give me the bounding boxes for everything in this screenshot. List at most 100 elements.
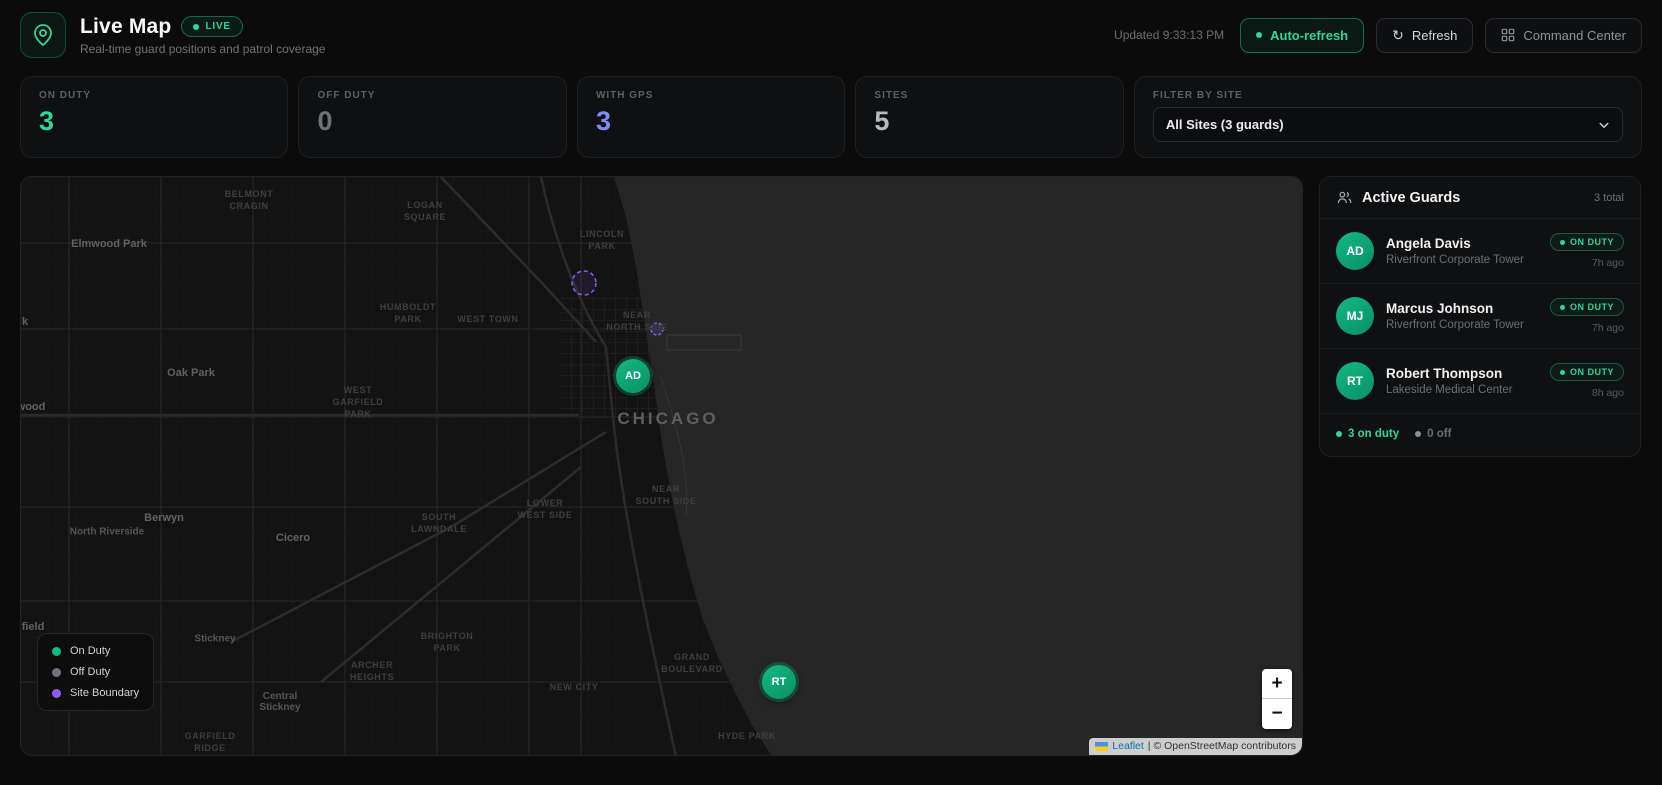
status-label: ON DUTY [1570,237,1614,247]
guard-info: Robert Thompson Lakeside Medical Center [1386,366,1513,396]
status-dot-icon [1560,239,1565,245]
stat-value: 3 [39,106,55,136]
title-block: Live Map LIVE Real-time guard positions … [80,15,325,56]
header: Live Map LIVE Real-time guard positions … [0,0,1662,70]
stat-label: OFF DUTY [317,90,376,101]
stat-value: 0 [317,106,333,136]
page-subtitle: Real-time guard positions and patrol cov… [80,41,326,56]
filter-label: FILTER BY SITE [1152,90,1243,101]
command-center-button[interactable]: Command Center [1485,17,1642,53]
on-duty-dot-icon [1336,431,1342,437]
live-dot-icon [193,23,200,30]
updated-timestamp: Updated 9:33:13 PM [1114,28,1225,42]
legend-item-off-duty: Off Duty [52,666,139,678]
off-duty-count: 0 off [1415,428,1451,440]
users-icon [1337,191,1352,204]
site-filter-select[interactable]: All Sites (3 guards) [1152,107,1624,142]
grid-icon [1502,28,1515,42]
guard-name: Angela Davis [1386,236,1471,251]
site-boundary-dot-icon [52,688,61,698]
status-dot-icon [1560,369,1565,375]
guards-total: 3 total [1594,191,1624,204]
last-seen: 8h ago [1591,387,1624,399]
guard-meta: ON DUTY 8h ago [1550,363,1624,399]
leaflet-link[interactable]: Leaflet [1112,740,1144,752]
main-content: BELMONT CRAGIN LOGAN SQUARE LINCOLN PARK… [0,158,1662,756]
guard-site: Riverfront Corporate Tower [1386,254,1524,266]
stat-value: 5 [874,106,890,136]
guard-info: Marcus Johnson Riverfront Corporate Towe… [1386,301,1524,331]
stat-label: ON DUTY [39,90,91,101]
guard-site: Lakeside Medical Center [1386,384,1513,396]
site-filter-value: All Sites (3 guards) [1165,117,1284,132]
zoom-in-button[interactable]: + [1262,669,1292,699]
stat-value: 3 [595,106,611,136]
on-duty-dot-icon [52,646,61,656]
on-duty-count: 3 on duty [1336,428,1399,440]
live-badge: LIVE [181,16,243,37]
map-pin-icon [20,12,66,58]
auto-refresh-label: Auto-refresh [1270,27,1349,43]
guard-row-angela-davis[interactable]: AD Angela Davis Riverfront Corporate Tow… [1320,219,1640,284]
status-label: ON DUTY [1570,367,1614,377]
guard-info: Angela Davis Riverfront Corporate Tower [1386,236,1524,266]
off-duty-dot-icon [1415,431,1422,437]
leaflet-map[interactable]: BELMONT CRAGIN LOGAN SQUARE LINCOLN PARK… [20,176,1303,756]
off-duty-count-label: 0 off [1427,428,1452,440]
stat-card-with-gps: WITH GPS 3 [576,76,846,158]
header-left: Live Map LIVE Real-time guard positions … [20,12,325,58]
refresh-icon: ↻ [1392,27,1404,43]
guard-site: Riverfront Corporate Tower [1386,319,1524,331]
guards-summary-footer: 3 on duty 0 off [1320,414,1640,456]
last-seen: 7h ago [1591,257,1624,269]
auto-refresh-button[interactable]: Auto-refresh [1240,17,1365,53]
map-tiles [21,177,1302,755]
guard-name: Robert Thompson [1386,366,1503,381]
legend-label: On Duty [70,645,111,657]
stat-label: WITH GPS [595,90,654,101]
on-duty-count-label: 3 on duty [1348,428,1400,440]
filter-card: FILTER BY SITE All Sites (3 guards) [1133,76,1643,158]
stat-card-on-duty: ON DUTY 3 [20,76,289,158]
page-title: Live Map [80,14,172,38]
guard-meta: ON DUTY 7h ago [1550,298,1624,334]
guard-meta: ON DUTY 7h ago [1550,233,1624,269]
live-badge-label: LIVE [205,21,231,32]
command-center-label: Command Center [1523,27,1626,43]
map-attribution: Leaflet | © OpenStreetMap contributors [1089,738,1302,755]
guard-marker-ad[interactable]: AD [616,359,650,393]
off-duty-dot-icon [52,667,61,677]
status-dot-icon [1560,304,1565,310]
guard-row-marcus-johnson[interactable]: MJ Marcus Johnson Riverfront Corporate T… [1320,284,1640,349]
live-map-page: Live Map LIVE Real-time guard positions … [0,0,1662,785]
legend-item-on-duty: On Duty [52,645,139,657]
stat-card-off-duty: OFF DUTY 0 [298,76,567,158]
refresh-button[interactable]: ↻ Refresh [1376,17,1474,53]
status-badge: ON DUTY [1550,233,1624,251]
status-badge: ON DUTY [1550,298,1624,316]
map-legend: On Duty Off Duty Site Boundary [37,633,155,711]
legend-label: Off Duty [70,666,111,678]
guard-avatar: MJ [1336,297,1374,335]
legend-item-site-boundary: Site Boundary [52,687,139,699]
guard-avatar: AD [1336,232,1374,270]
guard-name: Marcus Johnson [1386,301,1494,316]
zoom-out-button[interactable]: − [1262,699,1292,729]
stat-card-sites: SITES 5 [855,76,1124,158]
active-guards-panel: Active Guards 3 total AD Angela Davis Ri… [1319,176,1641,457]
guard-row-robert-thompson[interactable]: RT Robert Thompson Lakeside Medical Cent… [1320,349,1640,414]
map-zoom-control: + − [1262,669,1292,729]
ukraine-flag-icon [1095,741,1109,751]
status-badge: ON DUTY [1550,363,1624,381]
chevron-down-icon [1599,122,1609,128]
guard-avatar: RT [1336,362,1374,400]
active-guards-header: Active Guards 3 total [1320,177,1640,219]
stats-row: ON DUTY 3 OFF DUTY 0 WITH GPS 3 SITES 5 … [0,70,1662,158]
last-seen: 7h ago [1591,322,1624,334]
status-label: ON DUTY [1570,302,1614,312]
osm-attribution-text: | © OpenStreetMap contributors [1147,740,1296,752]
auto-refresh-dot-icon [1256,32,1263,38]
stat-label: SITES [874,90,909,101]
header-actions: Updated 9:33:13 PM Auto-refresh ↻ Refres… [1114,17,1642,53]
guard-marker-rt[interactable]: RT [762,665,796,699]
